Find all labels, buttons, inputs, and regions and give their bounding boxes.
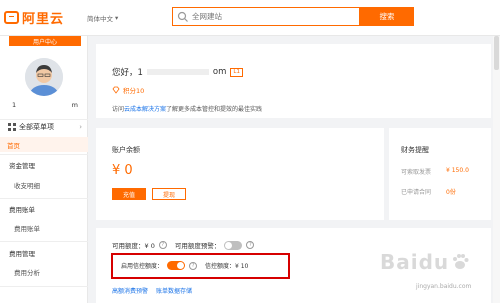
greeting-prefix: 您好，1 <box>112 68 143 78</box>
balance-title: 账户余额 <box>112 146 140 154</box>
sidebar-divider <box>0 286 88 287</box>
withdraw-button[interactable]: 提现 <box>152 188 186 200</box>
points-label: 积分10 <box>123 87 145 95</box>
sidebar-item-home[interactable]: 首页 <box>0 137 88 152</box>
bill-data-storage-link[interactable]: 账单数据存储 <box>156 286 192 295</box>
greeting: 您好，1 om L1 <box>112 66 243 78</box>
sidebar-item-cost-management[interactable]: 费用管理 <box>0 245 88 260</box>
sidebar-item-transactions[interactable]: 收支明细 <box>0 177 88 192</box>
sidebar: 用户中心 1 m 全部菜单项 › 首页 资金管理 收支明细 费用账单 费用账单 … <box>0 36 88 303</box>
aliyun-logo[interactable]: 阿里云 <box>4 8 64 27</box>
avatar[interactable] <box>25 58 63 96</box>
balance-card <box>96 128 384 220</box>
watermark-subtext: jingyan.baidu.com <box>416 283 472 290</box>
credit-row: 启用信控额度： ? 信控额度：¥ 10 <box>121 261 248 270</box>
scrollbar-thumb[interactable] <box>494 36 499 70</box>
quota-warning-toggle[interactable] <box>224 240 243 250</box>
top-bar: 阿里云 简体中文 ▾ 搜索 <box>0 0 500 36</box>
language-label: 简体中文 <box>87 15 113 23</box>
search-button[interactable]: 搜索 <box>360 7 414 26</box>
greeting-suffix: om <box>212 67 227 77</box>
credit-quota-label: 信控额度：¥ 10 <box>205 263 249 270</box>
search-input[interactable] <box>192 12 352 21</box>
consult-suffix: 了解更多成本管控和提效的最佳实践 <box>166 106 263 113</box>
level-badge: L1 <box>230 67 243 77</box>
sidebar-divider <box>0 198 88 199</box>
consult-link[interactable]: 云成本解决方案 <box>124 106 166 113</box>
paw-icon <box>453 254 469 269</box>
scrollbar-track[interactable] <box>493 36 500 303</box>
logo-text: 阿里云 <box>22 12 65 27</box>
bottom-links: 高额消费预警 账单数据存储 <box>112 286 192 295</box>
points[interactable]: 积分10 <box>112 85 144 95</box>
watermark-text: Baidu <box>380 250 450 274</box>
consult-prefix: 访问 <box>112 106 125 113</box>
chevron-right-icon: › <box>79 122 82 131</box>
redacted-username <box>146 69 209 75</box>
all-products-label: 全部菜单项 <box>19 122 54 131</box>
finance-row-label: 已申请合同 <box>401 189 432 196</box>
consult-text: 访问云成本解决方案了解更多成本管控和提效的最佳实践 <box>112 104 262 113</box>
help-icon[interactable]: ? <box>158 241 167 249</box>
sidebar-username: 1 m <box>12 101 78 109</box>
quota-row: 可用额度：¥ 0 ? 可用额度预警： ? <box>112 240 255 250</box>
credit-toggle-label: 启用信控额度： <box>121 263 164 270</box>
user-center-tab[interactable]: 用户中心 <box>9 36 81 46</box>
sidebar-item-funds[interactable]: 资金管理 <box>0 157 88 172</box>
help-icon[interactable]: ? <box>246 241 255 249</box>
sidebar-username-right: m <box>71 101 78 109</box>
high-consumption-warning-link[interactable]: 高额消费预警 <box>112 286 148 295</box>
finance-row-label: 可索取发票 <box>401 169 432 176</box>
sidebar-item-label: 费用分析 <box>14 268 40 277</box>
all-products-menu[interactable]: 全部菜单项 › <box>0 119 88 133</box>
finance-title: 财务提醒 <box>401 146 429 154</box>
sidebar-item-label: 费用账单 <box>9 205 35 214</box>
avatar-image <box>25 58 63 96</box>
language-selector[interactable]: 简体中文 ▾ <box>87 13 118 23</box>
diamond-icon <box>112 86 120 94</box>
sidebar-item-cost-analysis[interactable]: 费用分析 <box>0 264 88 279</box>
baidu-watermark: Baidu <box>380 250 469 274</box>
sidebar-item-label: 费用管理 <box>9 249 35 258</box>
chevron-down-icon: ▾ <box>115 14 119 22</box>
credit-control-toggle[interactable] <box>167 261 186 270</box>
sidebar-item-label: 首页 <box>7 141 20 150</box>
grid-icon <box>8 122 16 131</box>
balance-amount: ¥ 0 <box>112 163 133 178</box>
search-icon <box>177 11 188 22</box>
sidebar-username-left: 1 <box>12 101 17 109</box>
sidebar-item-billing[interactable]: 费用账单 <box>0 201 88 216</box>
aliyun-logo-icon <box>4 11 19 24</box>
finance-row-value[interactable]: 0份 <box>446 187 456 196</box>
sidebar-item-label: 收支明细 <box>14 181 40 190</box>
help-icon[interactable]: ? <box>189 261 198 270</box>
finance-row-value[interactable]: ¥ 150.0 <box>446 167 469 174</box>
quota-warning-label: 可用额度预警： <box>174 242 221 250</box>
recharge-button[interactable]: 充值 <box>112 188 146 200</box>
available-quota-label: 可用额度：¥ 0 <box>112 242 155 250</box>
sidebar-item-label: 资金管理 <box>9 161 35 170</box>
search-box <box>172 7 360 26</box>
sidebar-divider <box>0 154 88 155</box>
sidebar-item-bills[interactable]: 费用账单 <box>0 220 88 235</box>
sidebar-item-label: 费用账单 <box>14 224 40 233</box>
sidebar-divider <box>0 241 88 242</box>
